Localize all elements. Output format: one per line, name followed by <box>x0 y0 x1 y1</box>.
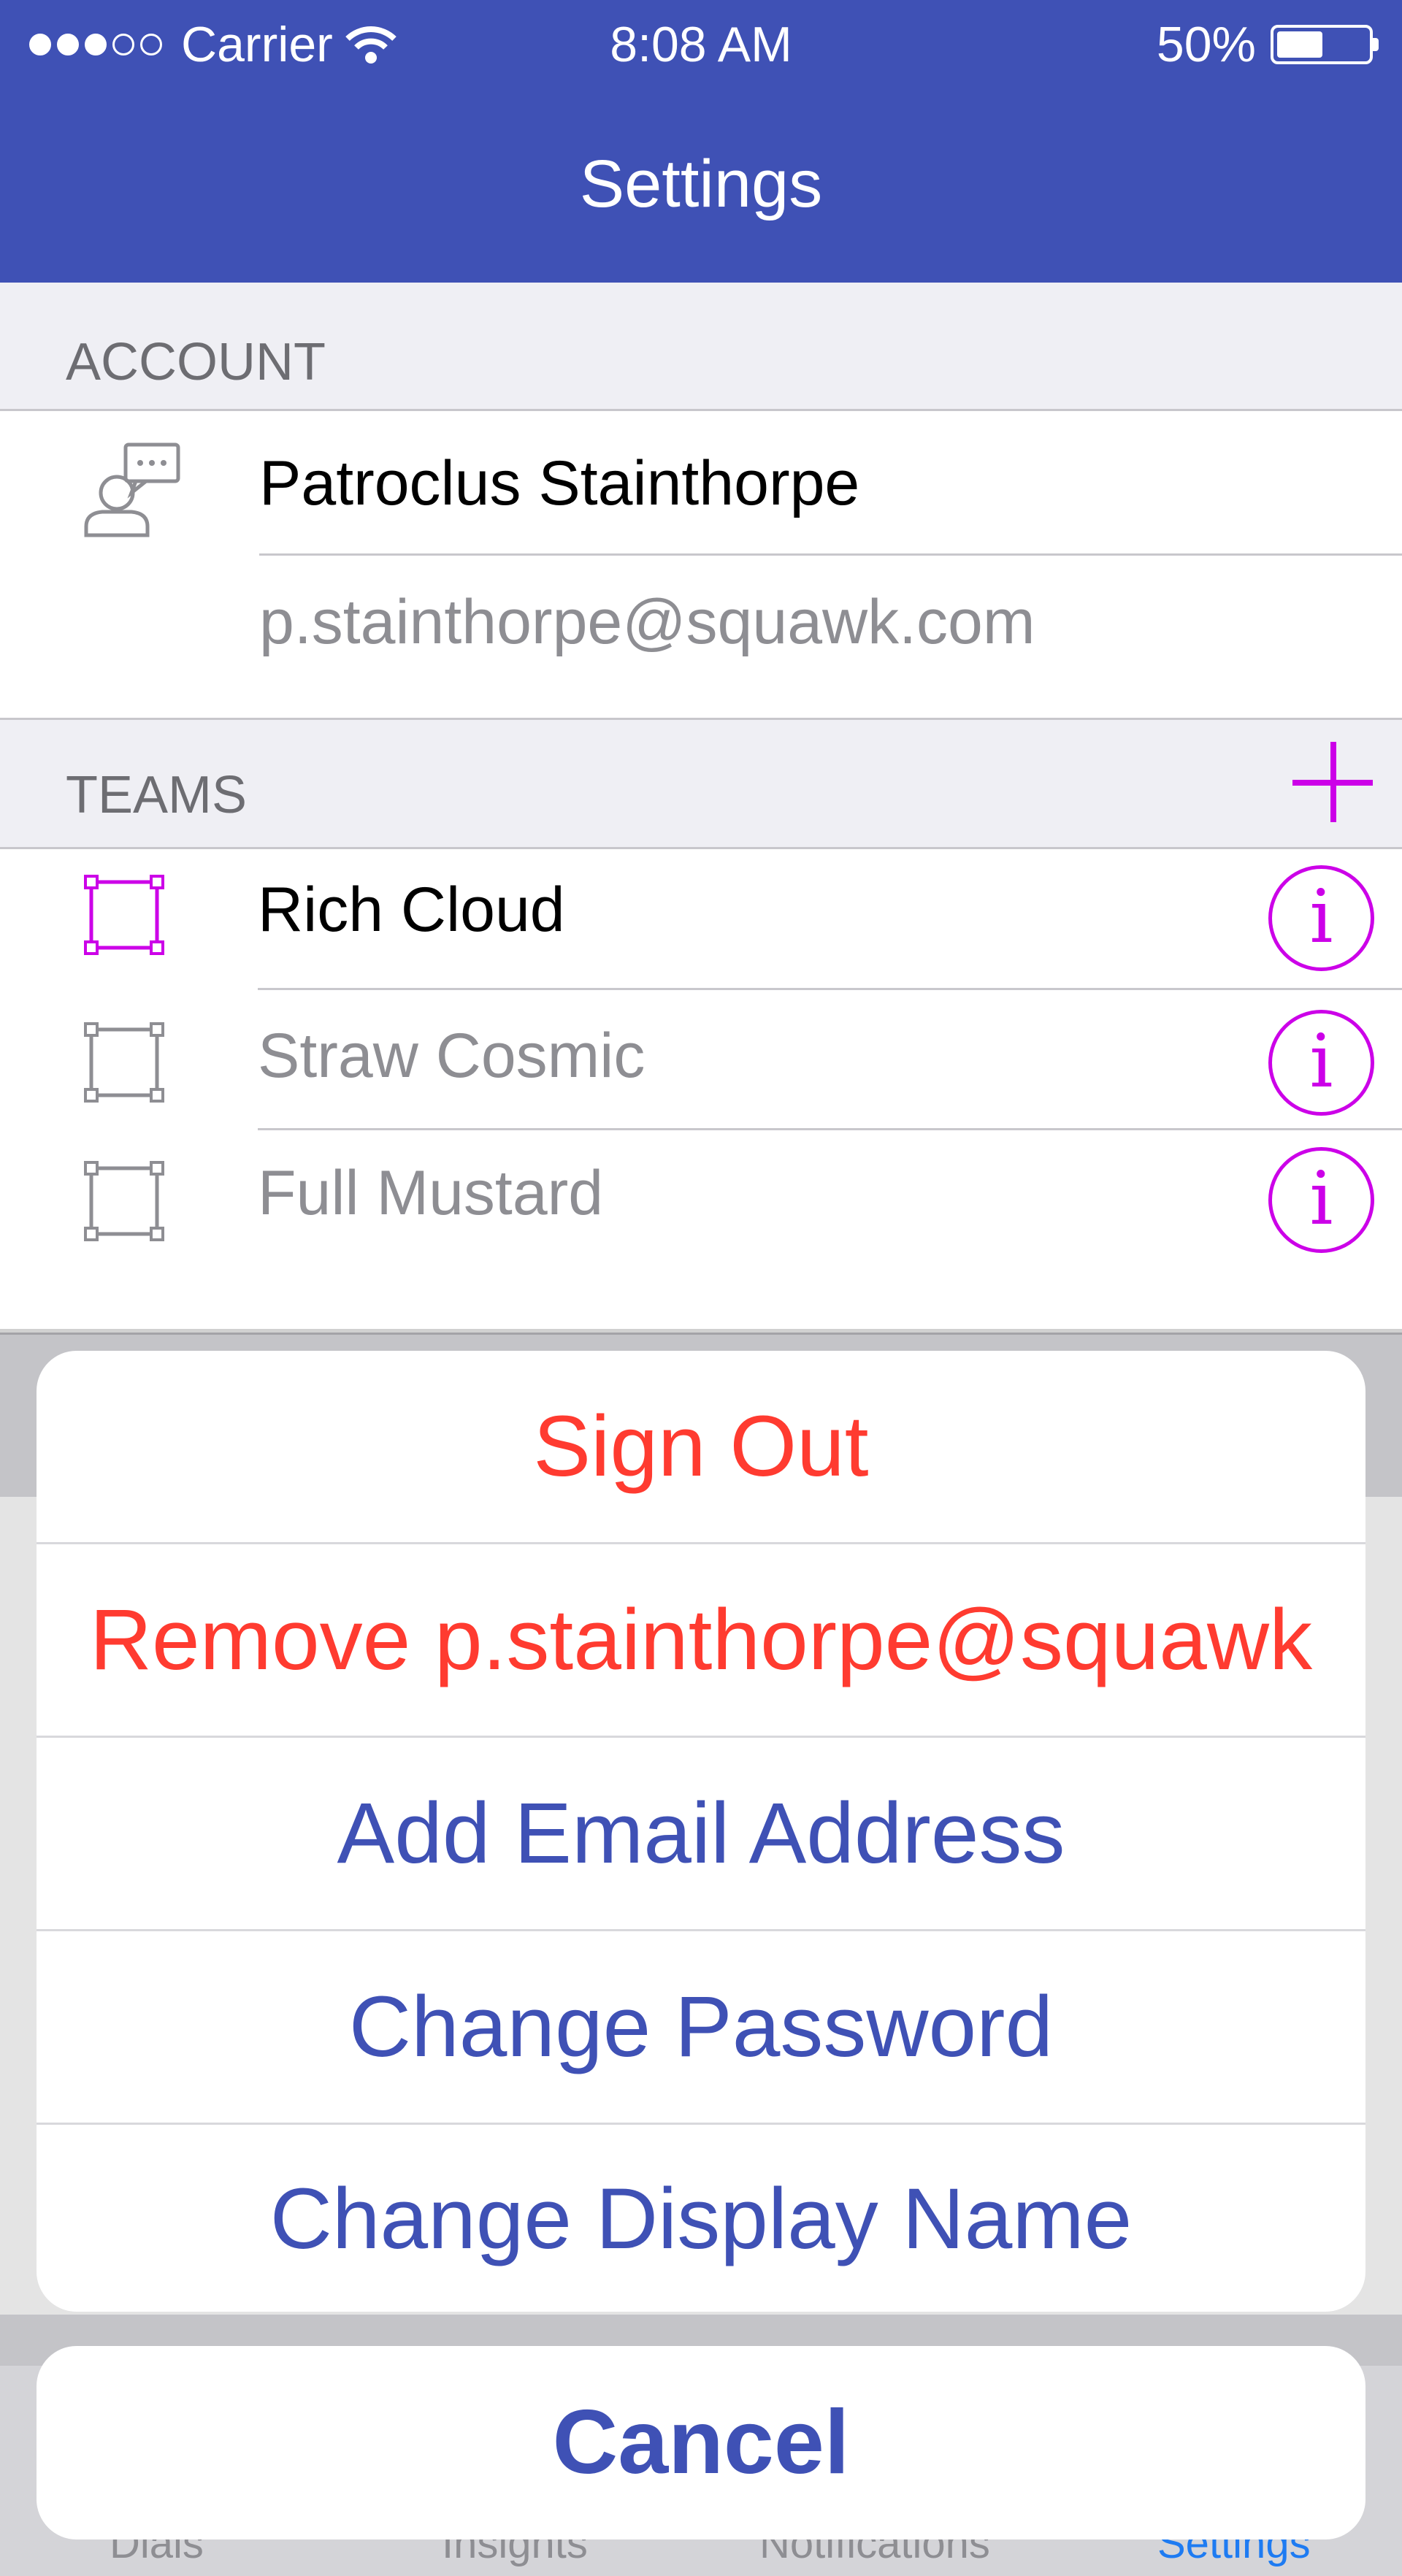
teams-list: Rich Cloud i Straw Cosmic i Full Mustard… <box>0 849 1402 1333</box>
remove-email-button[interactable]: Remove p.stainthorpe@squawk <box>37 1544 1365 1736</box>
account-cell[interactable]: Patroclus Stainthorpe p.stainthorpe@squa… <box>0 411 1402 718</box>
cancel-button[interactable]: Cancel <box>37 2346 1365 2539</box>
teams-section-header: TEAMS <box>0 720 1402 848</box>
team-name: Straw Cosmic <box>258 1021 646 1091</box>
account-section-label: ACCOUNT <box>66 333 326 391</box>
team-name: Rich Cloud <box>258 875 565 945</box>
status-bar: Carrier 8:08 AM 50% <box>0 0 1402 91</box>
team-select-icon <box>84 875 164 955</box>
action-sheet: Sign Out Remove p.stainthorpe@squawk Add… <box>37 1351 1365 2312</box>
team-info-icon[interactable]: i <box>1268 1147 1374 1253</box>
team-name: Full Mustard <box>258 1158 604 1228</box>
nav-header: Carrier 8:08 AM 50% Settings <box>0 0 1402 283</box>
team-select-icon <box>84 1022 164 1103</box>
account-email: p.stainthorpe@squawk.com <box>259 587 1035 657</box>
team-info-icon[interactable]: i <box>1268 865 1374 971</box>
teams-section-label: TEAMS <box>66 766 248 824</box>
account-name: Patroclus Stainthorpe <box>259 448 860 518</box>
team-select-icon <box>84 1161 164 1241</box>
change-password-button[interactable]: Change Password <box>37 1931 1365 2123</box>
add-team-button[interactable] <box>1292 742 1373 822</box>
sign-out-button[interactable]: Sign Out <box>37 1351 1365 1542</box>
user-chat-icon <box>84 442 180 537</box>
page-title: Settings <box>579 147 823 221</box>
change-display-name-button[interactable]: Change Display Name <box>37 2123 1365 2312</box>
battery-percent: 50% <box>1156 17 1256 72</box>
account-section-header: ACCOUNT <box>0 283 1402 410</box>
battery-icon <box>1271 25 1379 64</box>
add-email-button[interactable]: Add Email Address <box>37 1738 1365 1929</box>
team-info-icon[interactable]: i <box>1268 1010 1374 1116</box>
